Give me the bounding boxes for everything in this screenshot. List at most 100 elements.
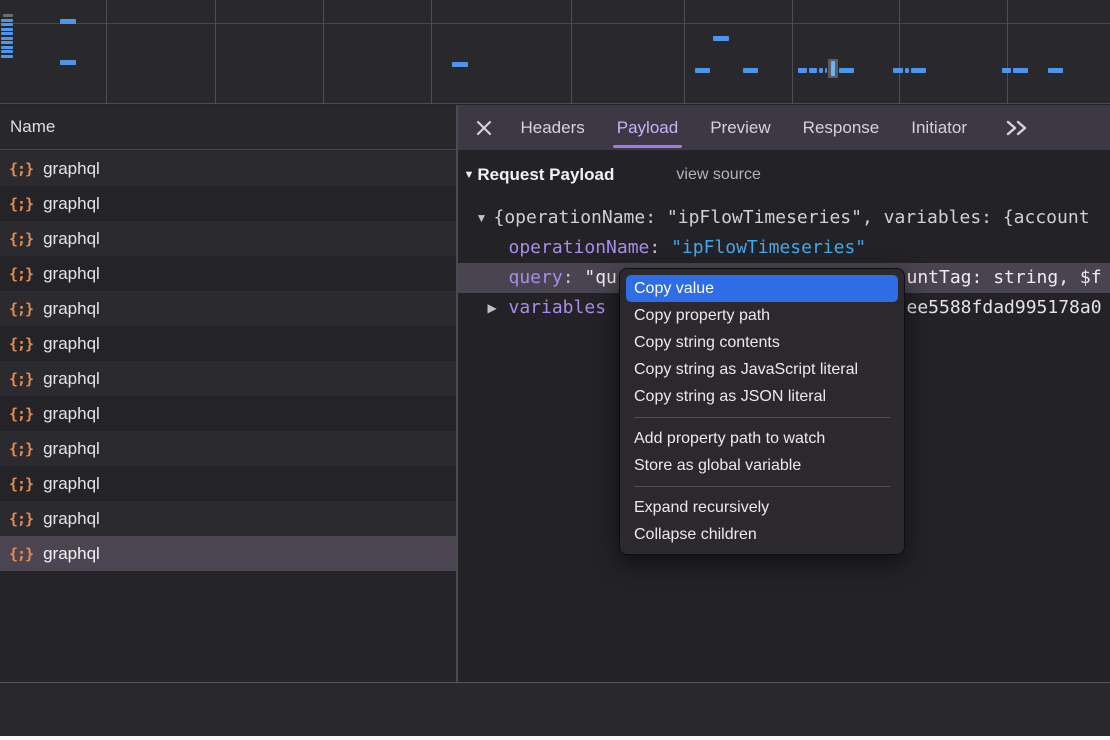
property-key: variables	[509, 297, 607, 318]
tree-row-root[interactable]: ▼ {operationName: "ipFlowTimeseries", va…	[458, 203, 1110, 233]
waterfall-bar	[1, 28, 13, 31]
waterfall-bar	[1048, 68, 1063, 73]
tab-payload[interactable]: Payload	[617, 105, 678, 150]
query-value-continuation: untTag: string, $f	[907, 263, 1102, 293]
name-column-label: Name	[10, 117, 55, 137]
waterfall-bar	[1, 55, 13, 58]
waterfall-bar	[1, 37, 13, 40]
network-request-row[interactable]: {;} graphql	[0, 361, 456, 396]
network-request-row[interactable]: {;} graphql	[0, 326, 456, 361]
network-request-row[interactable]: {;}graphql	[0, 186, 456, 221]
request-name-label: graphql	[43, 404, 100, 424]
tab-label: Initiator	[911, 118, 967, 138]
menu-item-collapse-children[interactable]: Collapse children	[620, 521, 904, 548]
waterfall-bar	[743, 68, 758, 73]
network-request-row[interactable]: {;} graphql	[0, 396, 456, 431]
overview-gridline	[792, 0, 793, 104]
request-name-label: graphql	[43, 439, 100, 459]
json-braces-icon: {;}	[9, 195, 33, 213]
json-braces-icon: {;}	[9, 405, 33, 423]
waterfall-bar	[1, 32, 13, 35]
network-request-row[interactable]: {;} graphql	[0, 256, 456, 291]
waterfall-bar	[452, 62, 468, 67]
request-name-label: graphql	[43, 264, 100, 284]
close-details-button[interactable]	[471, 105, 497, 150]
request-name-label: graphql	[43, 229, 100, 249]
waterfall-bar	[1, 41, 13, 44]
page-bottom-strip	[0, 736, 1110, 740]
section-title: Request Payload	[477, 165, 614, 185]
waterfall-bar	[60, 19, 76, 24]
waterfall-bar	[60, 60, 76, 65]
request-name-label: graphql	[43, 159, 100, 179]
tabs: Headers Payload Preview Response Initiator	[521, 105, 999, 150]
overview-gridline	[0, 23, 1110, 24]
devtools-network-panel: Name {;}graphql{;}graphql{;}graphql{;}gr…	[0, 0, 1110, 740]
json-braces-icon: {;}	[9, 370, 33, 388]
network-request-row[interactable]: {;}graphql	[0, 466, 456, 501]
tree-row-operation-name[interactable]: operationName: "ipFlowTimeseries"	[458, 233, 1110, 263]
tab-preview[interactable]: Preview	[710, 105, 770, 150]
view-source-link[interactable]: view source	[676, 166, 760, 184]
context-menu: Copy valueCopy property pathCopy string …	[619, 268, 905, 555]
name-column-header[interactable]: Name	[0, 105, 456, 150]
waterfall-bar	[893, 68, 903, 73]
overview-gridline	[571, 0, 572, 104]
collapsed-triangle-icon[interactable]: ▶	[488, 293, 497, 323]
menu-item-copy-string-as-javascript-literal[interactable]: Copy string as JavaScript literal	[620, 356, 904, 383]
network-request-row[interactable]: {;}graphql	[0, 291, 456, 326]
json-braces-icon: {;}	[9, 545, 33, 563]
menu-divider	[634, 486, 890, 487]
tab-initiator[interactable]: Initiator	[911, 105, 967, 150]
waterfall-bar	[825, 68, 827, 73]
root-preview-text: {operationName: "ipFlowTimeseries", vari…	[494, 203, 1090, 233]
selected-request-marker	[831, 61, 835, 76]
menu-item-copy-string-contents[interactable]: Copy string contents	[620, 329, 904, 356]
close-icon	[475, 119, 493, 137]
tab-label: Preview	[710, 118, 770, 138]
waterfall-bar	[1, 19, 13, 22]
more-tabs-button[interactable]	[1005, 120, 1029, 136]
waterfall-bar	[819, 68, 823, 73]
overview-gridline	[323, 0, 324, 104]
request-payload-section-header[interactable]: ▼ Request Payload view source	[464, 165, 761, 185]
json-braces-icon: {;}	[9, 160, 33, 178]
request-name-label: graphql	[43, 369, 100, 389]
menu-item-copy-property-path[interactable]: Copy property path	[620, 302, 904, 329]
menu-item-add-property-path-to-watch[interactable]: Add property path to watch	[620, 425, 904, 452]
network-overview-timeline[interactable]	[0, 0, 1110, 104]
json-braces-icon: {;}	[9, 510, 33, 528]
network-request-row[interactable]: {;}graphql	[0, 431, 456, 466]
waterfall-bar	[905, 68, 909, 73]
network-request-list: {;} graphql {;} graphql {;} graphql {;} graphql…	[0, 151, 456, 571]
waterfall-bar	[695, 68, 710, 73]
menu-item-expand-recursively[interactable]: Expand recursively	[620, 494, 904, 521]
menu-item-copy-string-as-json-literal[interactable]: Copy string as JSON literal	[620, 383, 904, 410]
network-summary-bar	[0, 683, 1110, 736]
network-request-row[interactable]: {;} graphql	[0, 151, 456, 186]
collapse-triangle-icon: ▼	[464, 169, 475, 181]
json-braces-icon: {;}	[9, 475, 33, 493]
json-braces-icon: {;}	[9, 335, 33, 353]
expanded-triangle-icon[interactable]: ▼	[476, 203, 488, 233]
json-braces-icon: {;}	[9, 265, 33, 283]
variables-value-continuation: ee5588fdad995178a0	[907, 293, 1102, 323]
waterfall-bar	[839, 68, 854, 73]
network-request-row[interactable]: {;} graphql	[0, 221, 456, 256]
menu-item-store-as-global-variable[interactable]: Store as global variable	[620, 452, 904, 479]
overview-gridline	[899, 0, 900, 104]
menu-item-copy-value[interactable]: Copy value	[626, 275, 898, 302]
tab-response[interactable]: Response	[803, 105, 880, 150]
json-braces-icon: {;}	[9, 230, 33, 248]
request-name-label: graphql	[43, 299, 100, 319]
waterfall-bar	[1, 23, 13, 26]
request-name-label: graphql	[43, 334, 100, 354]
menu-divider	[634, 417, 890, 418]
tab-label: Payload	[617, 118, 678, 138]
request-name-label: graphql	[43, 509, 100, 529]
waterfall-bar	[1, 50, 13, 53]
network-request-row[interactable]: {;} graphql	[0, 501, 456, 536]
network-request-row[interactable]: {;}graphql	[0, 536, 456, 571]
waterfall-bar	[3, 14, 13, 17]
tab-headers[interactable]: Headers	[521, 105, 585, 150]
